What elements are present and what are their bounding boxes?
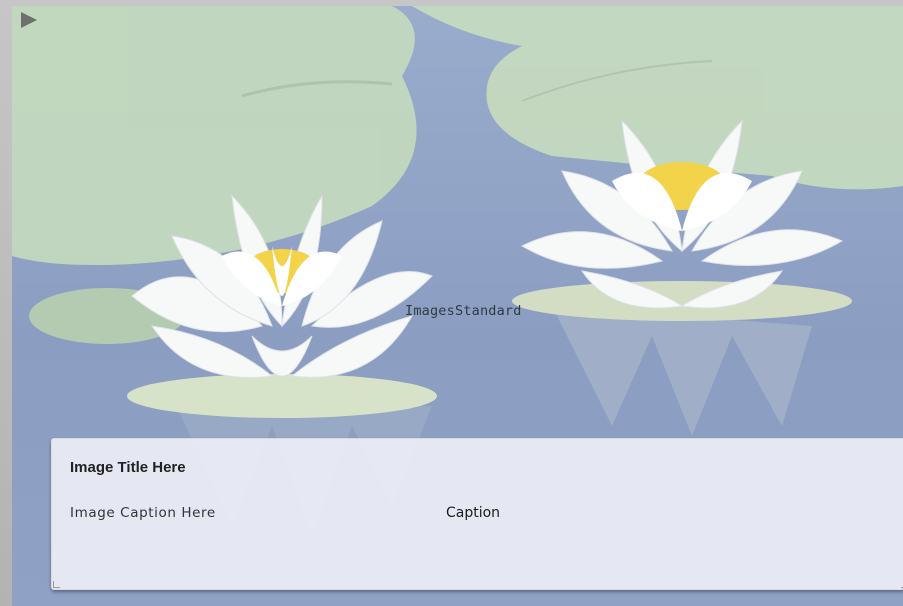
caption-field-label: Caption — [446, 505, 501, 521]
play-icon[interactable] — [18, 10, 40, 30]
caption-panel: Image Title Here Image Caption Here Capt… — [51, 438, 903, 590]
image-stage: ImagesStandard Image Title Here Image Ca… — [12, 6, 903, 606]
image-standard-label: ImagesStandard — [405, 303, 522, 319]
image-title: Image Title Here — [70, 459, 186, 476]
resize-corner-left — [53, 581, 60, 588]
image-caption: Image Caption Here — [70, 505, 216, 521]
slide-frame: ImagesStandard Image Title Here Image Ca… — [0, 0, 903, 606]
